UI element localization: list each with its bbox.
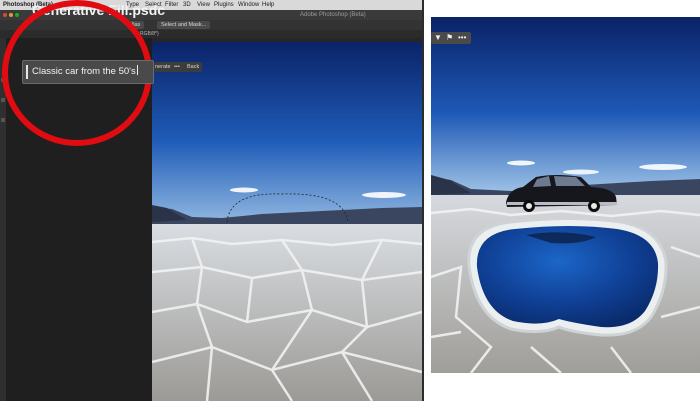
- text-cursor: [136, 65, 138, 75]
- tool-icon[interactable]: [1, 118, 5, 122]
- prompt-indicator-icon: [26, 65, 28, 79]
- generate-toolbar: nerate ••• Back: [154, 62, 202, 72]
- window-title: Adobe Photoshop (Beta): [300, 12, 366, 18]
- generate-button[interactable]: nerate: [155, 62, 171, 72]
- menu-window[interactable]: Window: [238, 0, 259, 10]
- more-options-icon[interactable]: •••: [458, 32, 466, 44]
- photoshop-window: Photoshop (Beta) Type Select Filter 3D V…: [0, 0, 424, 401]
- more-options-button[interactable]: •••: [174, 62, 180, 72]
- result-image: [431, 17, 700, 373]
- flag-icon[interactable]: ⚑: [446, 32, 453, 44]
- close-window-button[interactable]: [3, 13, 7, 17]
- menu-filter[interactable]: Filter: [165, 0, 178, 10]
- select-and-mask-button[interactable]: Select and Mask...: [157, 21, 211, 29]
- result-toolbar: ▼ ⚑ •••: [431, 32, 471, 44]
- menu-view[interactable]: View: [197, 0, 210, 10]
- window-edge: [422, 0, 424, 401]
- back-button[interactable]: Back: [187, 62, 199, 72]
- prompt-text: Classic car from the 50's: [32, 65, 138, 77]
- document-tab[interactable]: RGB/8*): [140, 30, 159, 38]
- maximize-window-button[interactable]: [15, 13, 19, 17]
- tool-icon[interactable]: [1, 98, 5, 102]
- minimize-window-button[interactable]: [9, 13, 13, 17]
- generative-fill-prompt-input[interactable]: Classic car from the 50's: [22, 60, 154, 84]
- menu-plugins[interactable]: Plugins: [214, 0, 234, 10]
- thumbs-down-icon[interactable]: ▼: [434, 32, 442, 44]
- menu-help[interactable]: Help: [262, 0, 274, 10]
- canvas-image[interactable]: [152, 42, 422, 401]
- menu-3d[interactable]: 3D: [183, 0, 191, 10]
